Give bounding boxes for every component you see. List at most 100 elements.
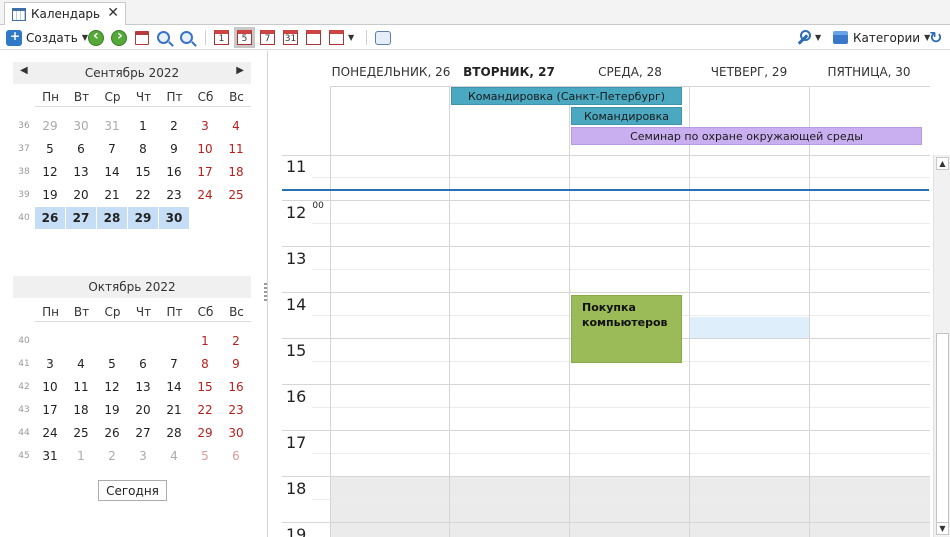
next-month-icon[interactable]: ▶ [236, 65, 244, 76]
timed-event[interactable]: Покупка компьютеров [571, 295, 682, 363]
day-cell[interactable]: 23 [221, 399, 251, 421]
day-cell[interactable]: 30 [66, 115, 96, 137]
day-cell[interactable]: 17 [190, 161, 220, 183]
prev-month-icon[interactable]: ◀ [20, 65, 28, 76]
view-timeline-button[interactable] [306, 28, 321, 47]
tab-calendar[interactable]: Календарь ✕ [4, 2, 126, 25]
day-cell[interactable]: 22 [190, 399, 220, 421]
day-cell[interactable]: 11 [66, 376, 96, 398]
day-cell[interactable]: 5 [35, 138, 65, 160]
day-cell[interactable]: 6 [66, 138, 96, 160]
day-cell[interactable]: 26 [97, 422, 127, 444]
day-cell[interactable]: 12 [97, 376, 127, 398]
day-cell[interactable]: 4 [66, 353, 96, 375]
view-month-button[interactable]: 31 [283, 28, 298, 47]
day-cell[interactable]: 16 [221, 376, 251, 398]
day-cell[interactable]: 1 [66, 445, 96, 467]
categories-button[interactable]: Категории ▼ [833, 28, 930, 47]
day-cell[interactable]: 18 [66, 399, 96, 421]
day-cell[interactable]: 25 [66, 422, 96, 444]
day-cell[interactable]: 10 [190, 138, 220, 160]
zoom-in-button[interactable] [157, 28, 170, 47]
day-cell[interactable]: 25 [221, 184, 251, 206]
scrollbar-thumb[interactable] [936, 333, 949, 523]
day-cell[interactable]: 3 [35, 353, 65, 375]
day-cell[interactable]: 28 [97, 207, 127, 229]
create-button[interactable]: Создать ▼ [6, 28, 88, 47]
day-cell[interactable]: 9 [221, 353, 251, 375]
close-icon[interactable]: ✕ [107, 5, 119, 21]
day-cell[interactable]: 22 [128, 184, 158, 206]
day-cell[interactable]: 19 [97, 399, 127, 421]
day-cell[interactable]: 29 [190, 422, 220, 444]
day-cell[interactable]: 8 [128, 138, 158, 160]
day-cell[interactable]: 15 [128, 161, 158, 183]
view-more-button[interactable]: ▼ [329, 28, 354, 47]
day-cell[interactable]: 1 [190, 330, 220, 352]
day-cell[interactable]: 28 [159, 422, 189, 444]
day-cell[interactable]: 31 [97, 115, 127, 137]
panel-splitter[interactable] [264, 283, 267, 303]
prev-button[interactable] [88, 28, 104, 47]
day-cell[interactable]: 31 [35, 445, 65, 467]
day-cell[interactable]: 24 [35, 422, 65, 444]
go-today-button[interactable] [135, 28, 149, 47]
allday-event[interactable]: Семинар по охране окружающей среды [571, 127, 922, 145]
view-week-button[interactable]: 7 [260, 28, 275, 47]
day-cell[interactable]: 3 [190, 115, 220, 137]
day-cell[interactable]: 16 [159, 161, 189, 183]
day-cell[interactable]: 20 [128, 399, 158, 421]
day-cell[interactable]: 24 [190, 184, 220, 206]
day-cell[interactable]: 1 [128, 115, 158, 137]
vertical-scrollbar[interactable]: ▲ ▼ [933, 155, 950, 537]
day-cell[interactable]: 2 [97, 445, 127, 467]
allday-event[interactable]: Командировка (Санкт-Петербург) [451, 87, 682, 105]
selected-time-cell[interactable] [690, 317, 810, 339]
day-cell[interactable]: 14 [97, 161, 127, 183]
day-cell[interactable]: 2 [221, 330, 251, 352]
day-cell[interactable]: 21 [97, 184, 127, 206]
view-day-button[interactable]: 1 [214, 28, 229, 47]
day-cell[interactable]: 7 [159, 353, 189, 375]
day-cell[interactable]: 11 [221, 138, 251, 160]
day-cell[interactable]: 5 [190, 445, 220, 467]
next-button[interactable] [111, 28, 127, 47]
day-cell[interactable]: 9 [159, 138, 189, 160]
day-cell[interactable]: 27 [66, 207, 96, 229]
scroll-up-icon[interactable]: ▲ [936, 157, 949, 170]
day-cell[interactable]: 17 [35, 399, 65, 421]
scroll-down-icon[interactable]: ▼ [936, 522, 949, 535]
day-cell[interactable]: 6 [128, 353, 158, 375]
day-cell[interactable]: 4 [221, 115, 251, 137]
today-button[interactable]: Сегодня [98, 480, 167, 501]
day-cell[interactable]: 10 [35, 376, 65, 398]
print-button[interactable] [375, 28, 391, 47]
tools-button[interactable]: ▼ [795, 28, 821, 47]
day-cell[interactable]: 13 [128, 376, 158, 398]
day-cell[interactable]: 12 [35, 161, 65, 183]
refresh-button[interactable]: ↻ [929, 28, 942, 47]
day-cell[interactable]: 30 [159, 207, 189, 229]
view-workweek-button[interactable]: 5 [234, 27, 255, 48]
day-cell[interactable]: 13 [66, 161, 96, 183]
day-cell[interactable]: 19 [35, 184, 65, 206]
day-cell[interactable]: 29 [35, 115, 65, 137]
day-cell[interactable]: 27 [128, 422, 158, 444]
day-cell[interactable]: 2 [159, 115, 189, 137]
day-cell[interactable]: 6 [221, 445, 251, 467]
day-cell[interactable]: 3 [128, 445, 158, 467]
day-cell[interactable]: 5 [97, 353, 127, 375]
day-cell[interactable]: 4 [159, 445, 189, 467]
day-cell[interactable]: 7 [97, 138, 127, 160]
allday-event[interactable]: Командировка [571, 107, 682, 125]
day-cell[interactable]: 30 [221, 422, 251, 444]
day-cell[interactable]: 18 [221, 161, 251, 183]
day-cell[interactable]: 8 [190, 353, 220, 375]
day-cell[interactable]: 20 [66, 184, 96, 206]
day-cell[interactable]: 14 [159, 376, 189, 398]
day-cell[interactable]: 26 [35, 207, 65, 229]
day-cell[interactable]: 29 [128, 207, 158, 229]
day-cell[interactable]: 15 [190, 376, 220, 398]
zoom-out-button[interactable] [180, 28, 193, 47]
day-cell[interactable]: 21 [159, 399, 189, 421]
